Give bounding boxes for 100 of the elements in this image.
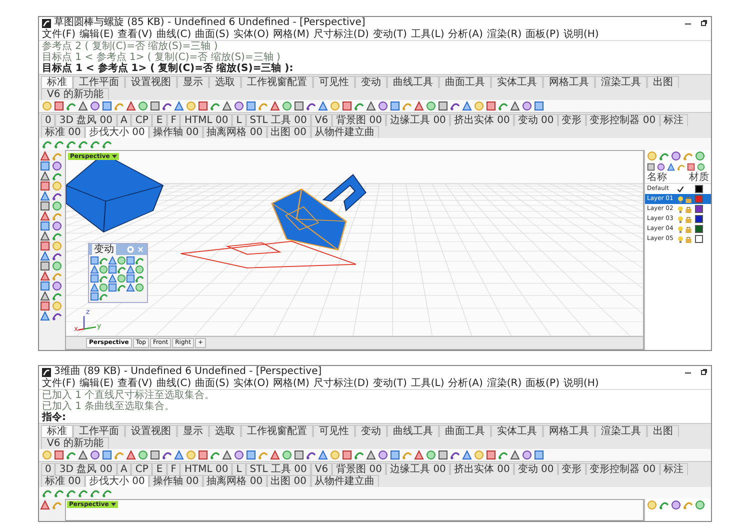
tab[interactable]: 抽离网格 00 xyxy=(202,475,267,487)
tab[interactable]: 变动 00 xyxy=(514,463,558,475)
tool-icon[interactable] xyxy=(306,450,316,460)
tool-icon[interactable] xyxy=(450,101,460,111)
tool-icon[interactable] xyxy=(42,488,52,498)
tab[interactable]: 标准 xyxy=(41,425,73,437)
menu-item[interactable]: 网格(M) xyxy=(272,378,310,389)
tab[interactable]: 工作平面 xyxy=(73,76,125,88)
column-header[interactable]: 名称 xyxy=(647,172,667,183)
tool-icon[interactable] xyxy=(52,171,62,181)
tab[interactable]: 标注 xyxy=(660,114,688,126)
layer-color-swatch[interactable] xyxy=(695,205,703,213)
tab[interactable]: 出图 xyxy=(647,425,679,437)
lock-icon[interactable] xyxy=(685,216,692,222)
tab[interactable]: 背景图 00 xyxy=(332,463,386,475)
menu-item[interactable]: 文件(F) xyxy=(42,29,76,40)
menu-item[interactable]: 曲面(S) xyxy=(195,378,230,389)
tab[interactable]: 背景图 00 xyxy=(332,114,386,126)
tab[interactable]: 从物件建立曲 xyxy=(310,126,379,138)
command-prompt[interactable]: 指令: xyxy=(42,412,708,423)
tab[interactable]: 渲染工具 xyxy=(595,76,647,88)
menu-item[interactable]: 查看(V) xyxy=(118,29,152,40)
tool-icon[interactable] xyxy=(42,139,52,149)
tab[interactable]: 曲线工具 xyxy=(387,76,439,88)
restore-icon[interactable] xyxy=(700,368,708,376)
tool-icon[interactable] xyxy=(78,488,88,498)
restore-icon[interactable] xyxy=(700,19,708,27)
tool-icon[interactable] xyxy=(90,139,100,149)
tool-icon[interactable] xyxy=(52,191,62,201)
lightbulb-icon[interactable] xyxy=(677,216,684,222)
tool-icon[interactable] xyxy=(354,101,364,111)
tab[interactable]: 网格工具 xyxy=(543,425,595,437)
tab[interactable]: 变动 xyxy=(355,425,387,437)
tool-icon[interactable] xyxy=(162,101,172,111)
menu-item[interactable]: 渲染(R) xyxy=(486,29,522,40)
menu-item[interactable]: 曲面(S) xyxy=(195,29,230,40)
tab[interactable]: 出图 00 xyxy=(266,475,311,487)
tab[interactable]: A xyxy=(116,463,132,475)
tab[interactable]: STL 工具 00 xyxy=(246,114,311,126)
tab[interactable]: 网格工具 xyxy=(543,76,595,88)
tab[interactable]: 工作视窗配置 xyxy=(241,76,313,88)
tab[interactable]: 实体工具 xyxy=(491,76,543,88)
tool-icon[interactable] xyxy=(210,450,220,460)
tab[interactable]: 从物件建立曲 xyxy=(310,475,379,487)
tool-icon[interactable] xyxy=(162,450,172,460)
tool-icon[interactable] xyxy=(306,101,316,111)
tab[interactable]: 显示 xyxy=(177,425,209,437)
layer-color-swatch[interactable] xyxy=(695,225,703,233)
tool-icon[interactable] xyxy=(99,256,108,265)
tab[interactable]: 0 xyxy=(41,463,56,475)
lock-icon[interactable] xyxy=(685,226,692,232)
tool-icon[interactable] xyxy=(450,450,460,460)
tab[interactable]: 显示 xyxy=(177,76,209,88)
panel-tab-icon[interactable] xyxy=(671,151,681,161)
menu-item[interactable]: 分析(A) xyxy=(448,29,483,40)
tab[interactable]: 选取 xyxy=(209,76,241,88)
tab[interactable]: F xyxy=(166,463,180,475)
tab[interactable]: STL 工具 00 xyxy=(246,463,311,475)
tab[interactable]: CP xyxy=(131,463,152,475)
tab[interactable]: 可见性 xyxy=(313,76,355,88)
tab[interactable]: 工作视窗配置 xyxy=(241,425,313,437)
tool-icon[interactable] xyxy=(52,251,62,261)
menu-item[interactable]: 编辑(E) xyxy=(80,378,114,389)
tab[interactable]: 变形 xyxy=(558,463,586,475)
menu-item[interactable]: 变动(T) xyxy=(372,378,407,389)
tab[interactable]: 标准 00 xyxy=(41,475,85,487)
tool-icon[interactable] xyxy=(52,291,62,301)
tab[interactable]: L xyxy=(232,463,246,475)
lightbulb-icon[interactable] xyxy=(677,196,684,202)
tool-icon[interactable] xyxy=(99,274,108,283)
tool-icon[interactable] xyxy=(135,274,144,283)
tab[interactable]: 步伐大小 00 xyxy=(84,475,149,487)
menu-item[interactable]: 分析(A) xyxy=(448,378,483,389)
tab[interactable]: 3D 盘风 00 xyxy=(55,463,117,475)
tool-icon[interactable] xyxy=(90,488,100,498)
tab[interactable]: 曲面工具 xyxy=(439,425,491,437)
tool-icon[interactable] xyxy=(52,311,62,321)
lightbulb-icon[interactable] xyxy=(677,236,684,242)
tool-icon[interactable] xyxy=(210,101,220,111)
menu-item[interactable]: 查看(V) xyxy=(118,378,152,389)
tab[interactable]: 边缘工具 00 xyxy=(386,463,450,475)
tool-icon[interactable] xyxy=(66,101,76,111)
lock-icon[interactable] xyxy=(685,236,692,242)
tool-icon[interactable] xyxy=(66,139,76,149)
tab[interactable]: 操作轴 00 xyxy=(148,126,203,138)
panel-tab-icon[interactable] xyxy=(695,151,705,161)
tool-icon[interactable] xyxy=(66,450,76,460)
tab[interactable]: 可见性 xyxy=(313,425,355,437)
tool-icon[interactable] xyxy=(52,231,62,241)
tab[interactable]: A xyxy=(116,114,132,126)
tab[interactable]: CP xyxy=(131,114,152,126)
tab[interactable]: HTML 00 xyxy=(180,114,232,126)
tab[interactable]: 出图 xyxy=(647,76,679,88)
caret-icon[interactable] xyxy=(112,154,117,159)
tab[interactable]: 0 xyxy=(41,114,56,126)
menu-item[interactable]: 实体(O) xyxy=(233,378,269,389)
tool-icon[interactable] xyxy=(54,139,64,149)
tab[interactable]: 选取 xyxy=(209,425,241,437)
layer-color-swatch[interactable] xyxy=(695,235,703,243)
menu-item[interactable]: 曲线(C) xyxy=(156,378,192,389)
